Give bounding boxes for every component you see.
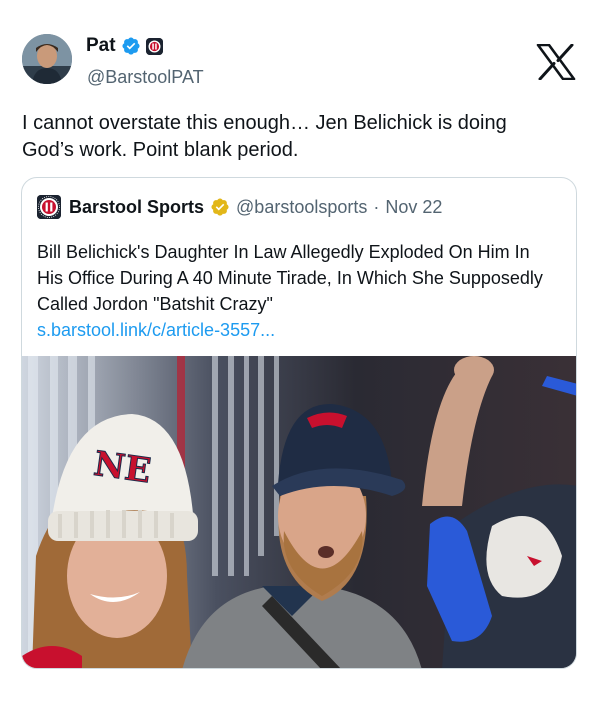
quoted-date[interactable]: Nov 22: [385, 197, 442, 218]
quoted-handle[interactable]: @barstoolsports: [236, 197, 367, 218]
hat-logo-text: NE: [91, 444, 153, 492]
x-logo-icon[interactable]: [536, 43, 576, 81]
quoted-tweet[interactable]: Barstool Sports @barstoolsports · Nov 22…: [21, 177, 577, 669]
gold-verified-icon: [210, 197, 230, 217]
separator-dot: ·: [373, 196, 380, 217]
tweet-text: I cannot overstate this enough… Jen Beli…: [22, 112, 507, 161]
quoted-display-name[interactable]: Barstool Sports: [69, 197, 204, 218]
author-name-row: Pat: [86, 35, 163, 57]
barstool-badge-icon[interactable]: [145, 37, 163, 55]
quoted-text: Bill Belichick's Daughter In Law Alleged…: [37, 242, 543, 314]
author-handle[interactable]: @BarstoolPAT: [87, 67, 204, 88]
quoted-link[interactable]: s.barstool.link/c/article-3557...: [37, 317, 557, 343]
author-avatar[interactable]: [22, 34, 72, 84]
quoted-tweet-header: Barstool Sports @barstoolsports · Nov 22: [37, 195, 442, 219]
barstool-logo-icon[interactable]: [37, 195, 61, 219]
quoted-media-image[interactable]: NE: [22, 356, 576, 668]
quoted-text-block: Bill Belichick's Daughter In Law Alleged…: [37, 239, 557, 343]
verified-icon: [121, 36, 141, 56]
author-display-name[interactable]: Pat: [86, 35, 116, 57]
